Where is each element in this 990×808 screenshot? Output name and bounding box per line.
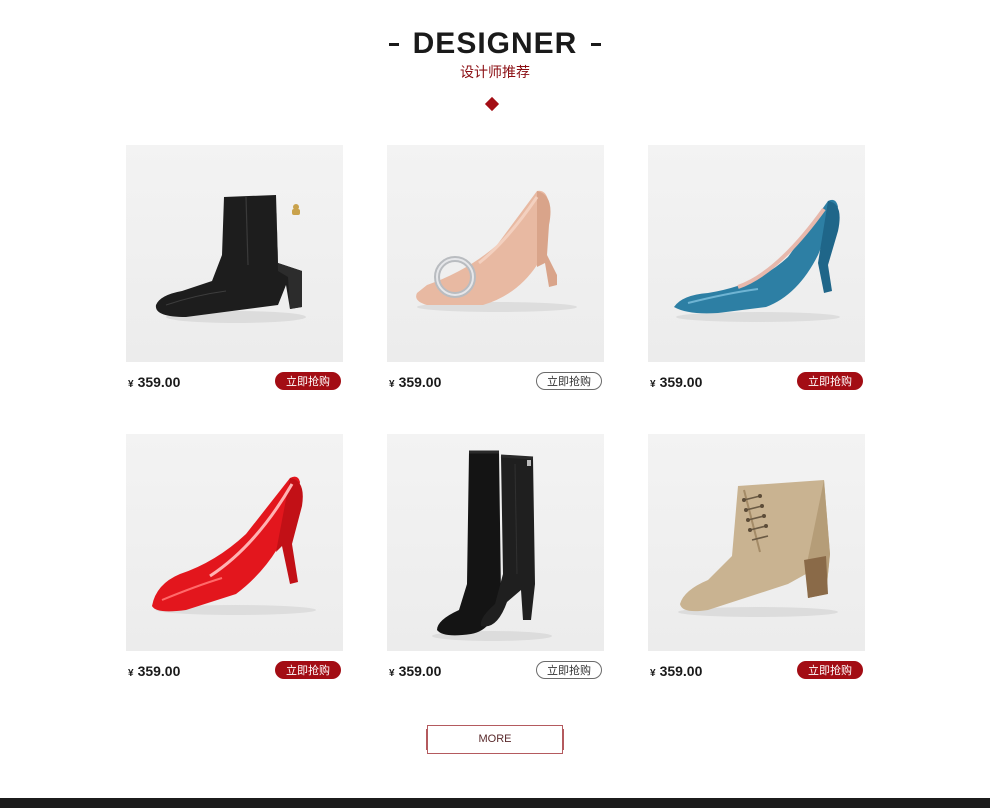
section-header: DESIGNER 设计师推荐 <box>0 26 990 82</box>
price-value: 359.00 <box>659 663 703 679</box>
product-price: ¥ 359.00 <box>128 374 180 390</box>
price-value: 359.00 <box>137 663 181 679</box>
product-card[interactable]: ¥ 359.00 立即抢购 <box>387 145 604 395</box>
product-image-teal-pump[interactable] <box>648 145 865 362</box>
product-card[interactable]: ¥ 359.00 立即抢购 <box>648 145 865 395</box>
more-button[interactable]: MORE <box>426 725 564 754</box>
currency-symbol: ¥ <box>128 668 134 679</box>
product-price: ¥ 359.00 <box>389 663 441 679</box>
section-subtitle: 设计师推荐 <box>460 65 530 81</box>
buy-now-button[interactable]: 立即抢购 <box>797 661 863 679</box>
buy-now-button[interactable]: 立即抢购 <box>536 661 602 679</box>
title-dash-right <box>591 42 602 46</box>
price-value: 359.00 <box>398 374 442 390</box>
product-image-beige-lace-up-boot[interactable] <box>648 434 865 651</box>
buy-now-button[interactable]: 立即抢购 <box>275 372 341 390</box>
product-image-black-ankle-boot[interactable] <box>126 145 343 362</box>
currency-symbol: ¥ <box>650 379 656 390</box>
footer-bar <box>0 798 990 808</box>
product-price: ¥ 359.00 <box>650 374 702 390</box>
currency-symbol: ¥ <box>128 379 134 390</box>
title-dash-left <box>388 42 399 46</box>
currency-symbol: ¥ <box>389 379 395 390</box>
product-card[interactable]: ¥ 359.00 立即抢购 <box>387 434 604 684</box>
product-image-red-pump[interactable] <box>126 434 343 651</box>
diamond-divider-icon <box>484 96 500 112</box>
section-title-text: DESIGNER <box>412 27 578 60</box>
product-price: ¥ 359.00 <box>128 663 180 679</box>
price-value: 359.00 <box>398 663 442 679</box>
buy-now-button[interactable]: 立即抢购 <box>536 372 602 390</box>
buy-now-button[interactable]: 立即抢购 <box>275 661 341 679</box>
section-title: DESIGNER <box>0 26 990 62</box>
buy-now-button[interactable]: 立即抢购 <box>797 372 863 390</box>
product-price: ¥ 359.00 <box>650 663 702 679</box>
currency-symbol: ¥ <box>650 668 656 679</box>
currency-symbol: ¥ <box>389 668 395 679</box>
product-card[interactable]: ¥ 359.00 立即抢购 <box>126 434 343 684</box>
product-image-black-knee-boot[interactable] <box>387 434 604 651</box>
price-value: 359.00 <box>137 374 181 390</box>
product-image-nude-pump[interactable] <box>387 145 604 362</box>
product-card[interactable]: ¥ 359.00 立即抢购 <box>126 145 343 395</box>
price-value: 359.00 <box>659 374 703 390</box>
product-card[interactable]: ¥ 359.00 立即抢购 <box>648 434 865 684</box>
product-price: ¥ 359.00 <box>389 374 441 390</box>
